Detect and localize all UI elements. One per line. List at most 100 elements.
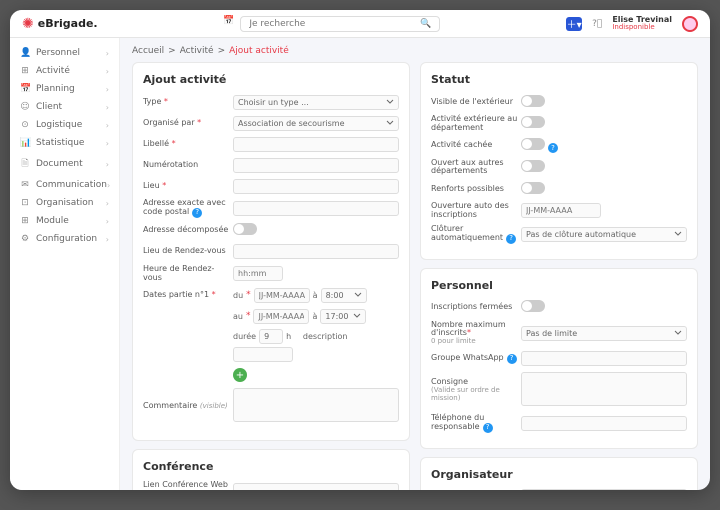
label-consigne: Consigne — [431, 377, 468, 386]
ouv-auto-input[interactable] — [521, 203, 601, 218]
sidebar-item-organisation[interactable]: ⊡ Organisation › — [10, 194, 119, 212]
add-button[interactable]: ＋▾ — [566, 17, 582, 31]
label-ouv-auto: Ouverture auto des inscriptions — [431, 202, 521, 220]
sidebar-item-label: Personnel — [36, 48, 80, 58]
date-from-input[interactable] — [254, 288, 310, 303]
adresse-input[interactable] — [233, 201, 399, 216]
sidebar-item-logistique[interactable]: ⊙Logistique› — [10, 116, 119, 134]
label-libelle: Libellé — [143, 139, 169, 148]
comm-textarea[interactable] — [233, 388, 399, 422]
org-icon: ⊡ — [20, 198, 30, 208]
heure-rdv-input[interactable] — [233, 266, 283, 281]
adresse-dec-toggle[interactable] — [233, 223, 257, 235]
sidebar-item-label: Module — [36, 216, 69, 226]
renforts-toggle[interactable] — [521, 182, 545, 194]
max-select[interactable]: Pas de limite — [521, 326, 687, 341]
crumb-sep: > — [168, 46, 176, 56]
panel-title: Conférence — [143, 460, 399, 473]
client-select[interactable]: ... Non précisé ... — [521, 489, 687, 490]
label-lieu: Lieu — [143, 181, 160, 190]
whatsapp-input[interactable] — [521, 351, 687, 366]
label-heure-rdv: Heure de Rendez-vous — [143, 265, 233, 283]
calendar-icon[interactable]: 📅 — [223, 16, 234, 32]
sidebar-item-activite[interactable]: ⊞Activité› — [10, 62, 119, 80]
crumb-current: Ajout activité — [229, 46, 289, 56]
sidebar-item-document[interactable]: 🗎Document› — [10, 152, 119, 176]
duree-input[interactable] — [259, 329, 283, 344]
help-icon[interactable]: ? — [483, 423, 493, 433]
sidebar: 👤Personnel› ⊞ Activité › 📅Planning› ☺Clien… — [10, 38, 120, 490]
sidebar-item-label: Statistique — [36, 138, 84, 148]
desc-input[interactable] — [233, 347, 293, 362]
panel-title: Ajout activité — [143, 73, 399, 86]
panel-conference: Conférence Lien Conférence Web? Code Con… — [132, 449, 410, 490]
help-icon[interactable]: ? — [506, 234, 516, 244]
ouvert-toggle[interactable] — [521, 160, 545, 172]
chevron-right-icon: › — [106, 235, 109, 244]
time-from-select[interactable]: 8:00 — [321, 288, 367, 303]
libelle-input[interactable] — [233, 137, 399, 152]
doc-icon: 🗎 — [20, 156, 30, 172]
topbar: ✺ eBrigade. 📅 🔍 ＋▾ ?⃝ Elise Trevinal Ind… — [10, 10, 710, 38]
help-icon[interactable]: ? — [507, 354, 517, 364]
sidebar-item-label: Activité — [36, 66, 70, 76]
type-select[interactable]: Choisir un type ... — [233, 95, 399, 110]
sidebar-item-label: Planning — [36, 84, 75, 94]
panel-title: Organisateur — [431, 468, 687, 481]
date-to-input[interactable] — [253, 309, 309, 324]
lien-input[interactable] — [233, 483, 399, 490]
search-box[interactable]: 🔍 — [240, 16, 440, 32]
avatar[interactable] — [682, 16, 698, 32]
label-dept: Activité extérieure au département — [431, 115, 521, 133]
label-tel-resp: Téléphone du responsable — [431, 413, 484, 431]
panel-personnel: Personnel Inscriptions fermées Nombre ma… — [420, 268, 698, 449]
help-icon[interactable]: ? — [548, 143, 558, 153]
au-label: au — [233, 312, 243, 321]
chevron-right-icon: › — [106, 199, 109, 208]
sidebar-item-client[interactable]: ☺Client› — [10, 98, 119, 116]
max-note: 0 pour limite — [431, 338, 521, 346]
sidebar-item-statistique[interactable]: 📊Statistique› — [10, 134, 119, 152]
lieu-rdv-input[interactable] — [233, 244, 399, 259]
tel-resp-input[interactable] — [521, 416, 687, 431]
sidebar-item-label: Organisation — [36, 198, 94, 208]
label-adresse: Adresse exacte avec code postal — [143, 198, 226, 216]
search-icon[interactable]: 🔍 — [420, 19, 431, 29]
sidebar-item-communication[interactable]: ✉Communication› — [10, 176, 119, 194]
crumb-home[interactable]: Accueil — [132, 46, 164, 56]
crumb-activity[interactable]: Activité — [180, 46, 214, 56]
help-icon[interactable]: ? — [192, 208, 202, 218]
label-numer: Numérotation — [143, 161, 233, 170]
target-icon: ⊙ — [20, 120, 30, 130]
visible-toggle[interactable] — [521, 95, 545, 107]
sidebar-item-label: Configuration — [36, 234, 97, 244]
label-visible: Visible de l'extérieur — [431, 98, 521, 107]
chevron-right-icon: › — [106, 160, 109, 169]
sidebar-item-planning[interactable]: 📅Planning› — [10, 80, 119, 98]
user-block[interactable]: Elise Trevinal Indisponible — [612, 16, 672, 31]
panel-ajout: Ajout activité Type *Choisir un type ...… — [132, 62, 410, 441]
clot-select[interactable]: Pas de clôture automatique — [521, 227, 687, 242]
dept-toggle[interactable] — [521, 116, 545, 128]
chevron-right-icon: › — [106, 103, 109, 112]
numer-input[interactable] — [233, 158, 399, 173]
mail-icon: ✉ — [20, 180, 30, 190]
sidebar-item-module[interactable]: ⊞Module› — [10, 212, 119, 230]
org-select[interactable]: Association de secourisme — [233, 116, 399, 131]
time-to-select[interactable]: 17:00 — [320, 309, 366, 324]
grid-icon: ⊞ — [20, 66, 30, 76]
sidebar-item-configuration[interactable]: ⚙Configuration› — [10, 230, 119, 248]
cachee-toggle[interactable] — [521, 138, 545, 150]
consigne-textarea[interactable] — [521, 372, 687, 406]
crumb-sep: > — [218, 46, 226, 56]
help-icon[interactable]: ?⃝ — [592, 19, 602, 29]
insc-toggle[interactable] — [521, 300, 545, 312]
lieu-input[interactable] — [233, 179, 399, 194]
sidebar-item-label: Communication — [36, 180, 107, 190]
sidebar-item-personnel[interactable]: 👤Personnel› — [10, 44, 119, 62]
add-date-button[interactable]: + — [233, 368, 247, 382]
label-renforts: Renforts possibles — [431, 185, 521, 194]
panel-title: Personnel — [431, 279, 687, 292]
search-input[interactable] — [249, 19, 414, 29]
duree-label: durée — [233, 332, 256, 341]
